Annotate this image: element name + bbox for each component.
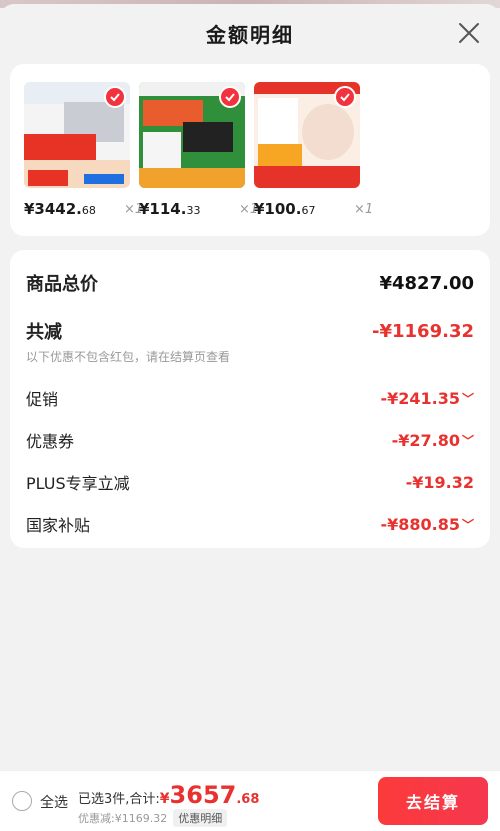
price-decimal: 68 — [81, 204, 96, 217]
selected-check-icon[interactable] — [219, 86, 241, 108]
chevron-down-icon[interactable]: ﹀ — [462, 390, 474, 407]
chevron-down-icon[interactable]: ﹀ — [462, 516, 474, 533]
product-card: ¥3442.68 ×1 ¥114.33 ×1 ¥100.67 ×1 — [10, 64, 490, 236]
sheet-title: 金额明细 — [206, 22, 294, 47]
coupon-amount: -¥27.80 — [391, 430, 460, 450]
sheet-header: 金额明细 — [0, 4, 500, 62]
price-decimal: 67 — [301, 204, 316, 217]
plus-row: PLUS专享立减 -¥19.32 — [26, 470, 474, 494]
total-reduce-row: 共减 -¥1169.32 — [26, 318, 474, 344]
product-qty-3: ×1 — [354, 202, 374, 217]
selected-summary: 已选3件,合计: ¥ 3657 .68 — [78, 781, 259, 809]
price-decimal: 33 — [186, 204, 201, 217]
subsidy-row[interactable]: 国家补贴 -¥880.85 ﹀ — [26, 512, 474, 536]
subsidy-amount: -¥880.85 — [380, 514, 460, 534]
total-price-label: 商品总价 — [26, 274, 98, 295]
price-integer: ¥100. — [254, 200, 302, 218]
price-integer: ¥3442. — [24, 200, 82, 218]
total-currency: ¥ — [159, 791, 170, 807]
bottom-bar: 全选 已选3件,合计: ¥ 3657 .68 优惠减:¥1169.32 优惠明细… — [0, 770, 500, 831]
close-icon[interactable] — [458, 22, 480, 44]
total-amount-integer: 3657 — [169, 781, 237, 809]
product-price-2: ¥114.33 — [139, 200, 200, 218]
discount-detail-button[interactable]: 优惠明细 — [173, 809, 228, 827]
discount-text: 优惠减:¥1169.32 — [78, 812, 168, 825]
total-reduce-value: -¥1169.32 — [372, 320, 474, 342]
select-all-radio[interactable] — [12, 791, 32, 811]
product-price-1: ¥3442.68 — [24, 200, 96, 218]
plus-value: -¥19.32 — [405, 472, 474, 492]
total-reduce-label: 共减 — [26, 322, 62, 343]
price-integer: ¥114. — [139, 200, 187, 218]
coupon-value: -¥27.80 ﹀ — [392, 431, 474, 450]
total-price-row: 商品总价 ¥4827.00 — [26, 270, 474, 296]
plus-label: PLUS专享立减 — [26, 474, 130, 493]
product-image-2[interactable] — [139, 82, 245, 188]
product-price-3: ¥100.67 — [254, 200, 315, 218]
discount-note: 以下优惠不包含红包，请在结算页查看 — [26, 350, 231, 364]
subsidy-label: 国家补贴 — [26, 516, 91, 535]
discount-summary: 优惠减:¥1169.32 优惠明细 — [78, 809, 228, 827]
selected-count-text: 已选3件,合计: — [78, 792, 160, 807]
subsidy-value: -¥880.85 ﹀ — [380, 515, 474, 534]
promo-row[interactable]: 促销 -¥241.35 ﹀ — [26, 386, 474, 410]
promo-amount: -¥241.35 — [380, 388, 460, 408]
total-price-value: ¥4827.00 — [379, 272, 474, 294]
promo-label: 促销 — [26, 390, 59, 409]
coupon-row[interactable]: 优惠券 -¥27.80 ﹀ — [26, 428, 474, 452]
product-image-1[interactable] — [24, 82, 130, 188]
chevron-down-icon[interactable]: ﹀ — [462, 432, 474, 449]
amount-detail-sheet: 金额明细 ¥3442.68 ×1 ¥114.33 ×1 ¥100.67 ×1 商… — [0, 4, 500, 831]
coupon-label: 优惠券 — [26, 432, 75, 451]
selected-check-icon[interactable] — [104, 86, 126, 108]
selected-check-icon[interactable] — [334, 86, 356, 108]
checkout-button[interactable]: 去结算 — [378, 777, 488, 825]
product-image-3[interactable] — [254, 82, 360, 188]
summary-card: 商品总价 ¥4827.00 共减 -¥1169.32 以下优惠不包含红包，请在结… — [10, 250, 490, 548]
select-all-label[interactable]: 全选 — [40, 792, 68, 812]
total-amount-decimal: .68 — [236, 792, 260, 807]
promo-value: -¥241.35 ﹀ — [380, 389, 474, 408]
